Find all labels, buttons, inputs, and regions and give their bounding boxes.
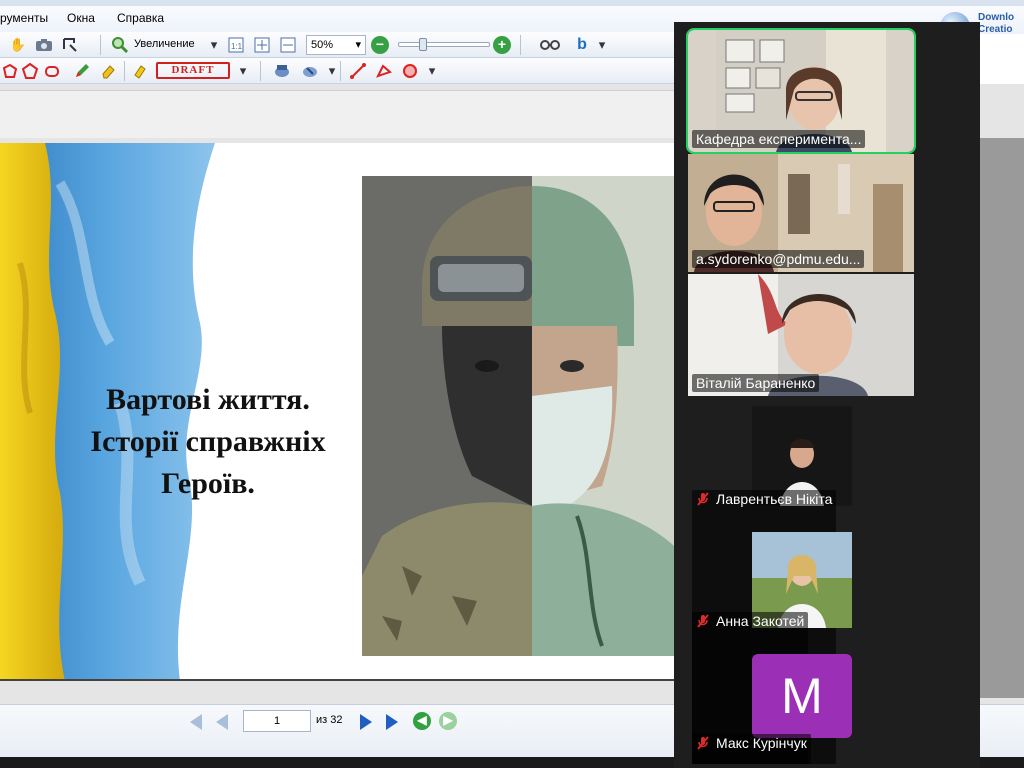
attach-sound-icon[interactable] (272, 61, 292, 81)
zoom-percent-input[interactable]: 50% ▾ (306, 35, 366, 55)
participant-tile[interactable]: Віталій Бараненко (688, 274, 914, 396)
participant-name: Лаврентьєв Нікіта (716, 491, 833, 507)
page-number-input[interactable]: 1 (243, 710, 311, 732)
fit-page-icon[interactable] (252, 35, 272, 55)
slide-title-line-3: Героїв. (161, 467, 255, 500)
chevron-down-icon[interactable]: ▾ (322, 61, 342, 81)
bing-search-icon[interactable]: b (572, 35, 592, 55)
menu-tools[interactable]: рументы (0, 11, 48, 25)
chevron-down-icon[interactable]: ▾ (204, 35, 224, 55)
cloud-shape-icon[interactable] (42, 61, 62, 81)
zoom-slider-thumb[interactable] (419, 38, 427, 51)
pencil-icon[interactable] (72, 61, 92, 81)
participant-tile[interactable]: a.sydorenko@pdmu.edu... (688, 154, 914, 272)
measure-distance-icon[interactable] (348, 61, 368, 81)
page-total-label: из 32 (316, 714, 343, 726)
attach-file-icon[interactable] (300, 61, 320, 81)
next-page-icon[interactable] (360, 714, 372, 730)
back-view-icon[interactable]: ◀ (413, 712, 431, 730)
annotation-toolbar: DRAFT ▾ ▾ ▾ (0, 58, 680, 84)
participant-avatar[interactable]: M (752, 654, 852, 738)
zoom-magnifier-icon[interactable] (110, 35, 130, 55)
zoom-mode-label[interactable]: Увеличение (134, 38, 195, 50)
soldier-doctor-poster-image (362, 176, 674, 656)
chevron-down-icon[interactable]: ▾ (592, 35, 612, 55)
download-text-line-2: Creatio (978, 24, 1013, 35)
participant-name: Макс Курінчук (716, 735, 807, 751)
participant-name: a.sydorenko@pdmu.edu... (692, 250, 865, 268)
participant-name: Анна Закотей (716, 613, 805, 629)
slide-title-line-1: Вартові життя. (106, 383, 310, 416)
zoom-out-icon[interactable]: − (371, 36, 389, 54)
chevron-down-icon[interactable]: ▾ (422, 61, 442, 81)
zoom-in-icon[interactable]: + (493, 36, 511, 54)
eraser-icon[interactable] (98, 61, 118, 81)
measure-perimeter-icon[interactable] (374, 61, 394, 81)
muted-microphone-icon (696, 614, 710, 628)
slide-title: Вартові життя. Історії справжніх Героїв. (48, 379, 368, 505)
zoom-slider[interactable] (398, 38, 490, 51)
last-page-icon[interactable] (386, 714, 398, 730)
muted-microphone-icon (696, 736, 710, 750)
chevron-down-icon[interactable]: ▾ (233, 61, 253, 81)
stamp-draft-button[interactable]: DRAFT (156, 62, 230, 79)
pentagon-icon[interactable] (20, 61, 40, 81)
chevron-down-icon[interactable]: ▾ (355, 36, 361, 54)
hand-tool-icon[interactable]: ✋ (8, 35, 28, 55)
muted-microphone-icon (696, 492, 710, 506)
main-toolbar: ✋ Увеличение ▾ 1:1 50% ▾ − + b ▾ (0, 32, 680, 58)
snapshot-icon[interactable] (34, 35, 54, 55)
highlighter-icon[interactable] (130, 61, 150, 81)
participant-name: Віталій Бараненко (692, 374, 820, 392)
polygon-icon[interactable] (0, 61, 20, 81)
glasses-icon[interactable] (540, 35, 560, 55)
avatar-letter: M (781, 668, 823, 724)
forward-view-icon[interactable]: ▶ (439, 712, 457, 730)
download-text-line-1: Downlo (978, 12, 1015, 23)
document-margin (980, 138, 1024, 698)
menu-help[interactable]: Справка (117, 11, 164, 25)
menu-windows[interactable]: Окна (67, 11, 95, 25)
document-gap (0, 90, 680, 138)
first-page-icon[interactable] (190, 714, 202, 730)
previous-page-icon[interactable] (216, 714, 228, 730)
page-number-value: 1 (273, 715, 281, 727)
actual-size-icon[interactable]: 1:1 (226, 35, 246, 55)
select-tool-icon[interactable] (60, 35, 80, 55)
slide-title-line-2: Історії справжніх (90, 425, 326, 458)
participant-name-bar: Макс Курінчук (692, 734, 811, 764)
svg-text:1:1: 1:1 (231, 42, 243, 51)
participant-tile-active[interactable]: Кафедра експеримента... (686, 28, 916, 154)
participant-name: Кафедра експеримента... (692, 130, 866, 148)
fit-width-icon[interactable] (278, 35, 298, 55)
stamp-draft-label: DRAFT (171, 64, 215, 76)
presentation-slide: Вартові життя. Історії справжніх Героїв. (0, 143, 674, 681)
measure-area-icon[interactable] (400, 61, 420, 81)
zoom-percent-value: 50% (311, 39, 334, 51)
